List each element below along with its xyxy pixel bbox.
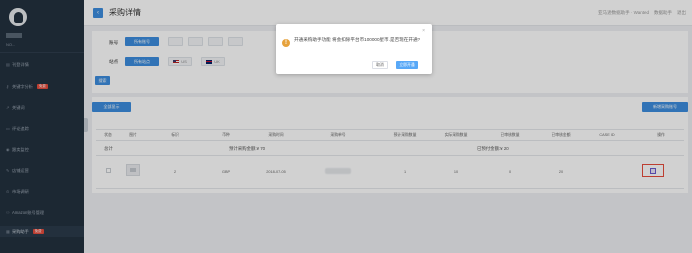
cancel-button[interactable]: 取消 <box>372 61 388 69</box>
warning-icon: ! <box>282 39 290 47</box>
confirm-dialog: × ! 开通采购助手功能 将会扣除平台币100000星币.是否现在开通? 取消 … <box>276 24 432 74</box>
dialog-message: 开通采购助手功能 将会扣除平台币100000星币.是否现在开通? <box>294 37 421 42</box>
close-icon[interactable]: × <box>422 28 425 34</box>
activate-now-button[interactable]: 立即开通 <box>396 61 418 69</box>
